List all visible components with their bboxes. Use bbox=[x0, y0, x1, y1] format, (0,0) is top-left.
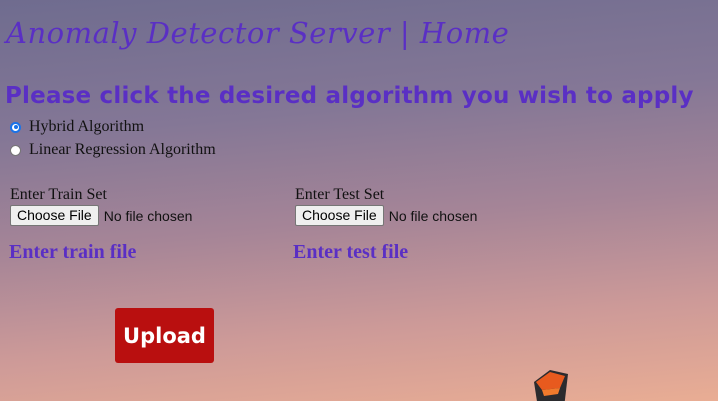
test-set-block: Enter Test Set Choose File No file chose… bbox=[295, 186, 477, 226]
radio-button-checked[interactable] bbox=[10, 121, 21, 133]
upload-button[interactable]: Upload bbox=[115, 308, 214, 363]
test-choose-file-button[interactable]: Choose File bbox=[295, 205, 384, 226]
radio-hybrid-algorithm[interactable]: Hybrid Algorithm bbox=[10, 118, 144, 136]
radio-label-hybrid: Hybrid Algorithm bbox=[29, 118, 145, 135]
train-file-input[interactable]: Choose File No file chosen bbox=[10, 205, 192, 226]
test-file-status: No file chosen bbox=[388, 207, 478, 224]
train-file-status: No file chosen bbox=[103, 207, 193, 224]
kite-image bbox=[534, 370, 568, 401]
radio-button-unchecked[interactable] bbox=[10, 144, 21, 156]
train-file-hint: Enter train file bbox=[9, 241, 137, 263]
algorithm-prompt: Please click the desired algorithm you w… bbox=[5, 83, 694, 109]
radio-label-linear-regression: Linear Regression Algorithm bbox=[29, 141, 216, 158]
train-choose-file-button[interactable]: Choose File bbox=[10, 205, 99, 226]
radio-linear-regression-algorithm[interactable]: Linear Regression Algorithm bbox=[10, 141, 216, 159]
test-set-label: Enter Test Set bbox=[295, 186, 385, 203]
test-file-input[interactable]: Choose File No file chosen bbox=[295, 205, 477, 226]
train-set-block: Enter Train Set Choose File No file chos… bbox=[10, 186, 192, 226]
test-file-hint: Enter test file bbox=[293, 241, 409, 263]
train-set-label: Enter Train Set bbox=[10, 186, 107, 203]
page-title: Anomaly Detector Server | Home bbox=[6, 16, 510, 50]
